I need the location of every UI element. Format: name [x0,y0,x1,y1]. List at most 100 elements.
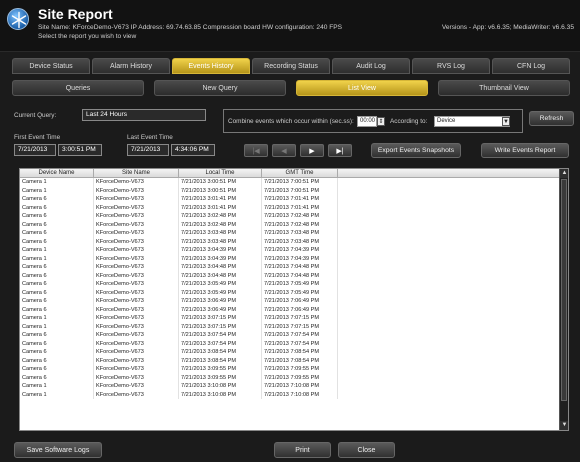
view-subtabs: Queries New Query List View Thumbnail Vi… [12,80,570,96]
subtab-thumbnail-view[interactable]: Thumbnail View [438,80,570,96]
table-row[interactable]: Camera 6 KForceDemo-V673 7/21/2013 3:08:54… [20,356,568,366]
table-cell: KForceDemo-V673 [94,382,179,391]
table-header: Device Name Site Name Local Time GMT Tim… [20,169,568,178]
table-cell: Camera 1 [20,322,94,331]
table-cell: 7/21/2013 7:00:51 PM [262,186,338,195]
column-header-site-name[interactable]: Site Name [94,169,179,177]
table-cell: 7/21/2013 3:02:48 PM [179,220,262,229]
table-cell: KForceDemo-V673 [94,263,179,272]
column-header-gmt-time[interactable]: GMT Time [262,169,338,177]
table-cell: KForceDemo-V673 [94,212,179,221]
table-row[interactable]: Camera 6 KForceDemo-V673 7/21/2013 3:05:49… [20,280,568,289]
subtab-list-view[interactable]: List View [296,80,428,96]
first-frame-button[interactable]: |◀ [244,144,268,157]
spinner-arrows-icon[interactable]: ⇕ [377,117,385,126]
table-cell: Camera 1 [20,390,94,399]
vertical-scrollbar[interactable]: ▲ ▼ [559,169,568,430]
table-row[interactable]: Camera 6 KForceDemo-V673 7/21/2013 3:06:49… [20,305,568,314]
table-cell-spacer [338,255,568,264]
column-header-spacer [338,169,568,177]
table-cell: 7/21/2013 3:08:54 PM [179,348,262,357]
save-software-logs-button[interactable]: Save Software Logs [14,442,102,458]
print-button[interactable]: Print [274,442,331,458]
table-row[interactable]: Camera 6 KForceDemo-V673 7/21/2013 3:03:48… [20,237,568,246]
table-cell: 7/21/2013 7:03:48 PM [262,229,338,238]
according-select[interactable]: Device [434,116,510,127]
table-cell-spacer [338,289,568,298]
table-cell: 7/21/2013 3:06:49 PM [179,305,262,314]
table-row[interactable]: Camera 6 KForceDemo-V673 7/21/2013 3:04:48… [20,271,568,280]
table-row[interactable]: Camera 6 KForceDemo-V673 7/21/2013 3:08:54… [20,348,568,357]
scroll-down-arrow-icon[interactable]: ▼ [560,421,568,430]
table-row[interactable]: Camera 6 KForceDemo-V673 7/21/2013 3:04:48… [20,263,568,272]
previous-button[interactable]: ◀ [272,144,296,157]
table-cell: Camera 1 [20,178,94,187]
tab-rvs-log[interactable]: RVS Log [412,58,490,74]
table-cell: 7/21/2013 7:09:55 PM [262,365,338,374]
table-cell: 7/21/2013 7:04:48 PM [262,271,338,280]
combine-events-box: Combine events which occur within (sec.s… [223,109,523,133]
last-frame-button[interactable]: ▶| [328,144,352,157]
table-cell: KForceDemo-V673 [94,254,179,263]
table-row[interactable]: Camera 6 KForceDemo-V673 7/21/2013 3:06:49… [20,297,568,306]
table-row[interactable]: Camera 6 KForceDemo-V673 7/21/2013 3:07:54… [20,339,568,348]
table-row[interactable]: Camera 1 KForceDemo-V673 7/21/2013 3:07:15… [20,314,568,323]
subtab-new-query[interactable]: New Query [154,80,286,96]
tab-audit-log[interactable]: Audit Log [332,58,410,74]
column-header-device-name[interactable]: Device Name [20,169,94,177]
table-cell: Camera 6 [20,297,94,306]
table-row[interactable]: Camera 1 KForceDemo-V673 7/21/2013 3:04:39… [20,246,568,255]
table-cell-spacer [338,195,568,204]
subtab-queries[interactable]: Queries [12,80,144,96]
refresh-button[interactable]: Refresh [529,111,574,126]
table-cell-spacer [338,178,568,187]
table-row[interactable]: Camera 1 KForceDemo-V673 7/21/2013 3:07:15… [20,322,568,331]
table-cell: 7/21/2013 3:06:49 PM [179,297,262,306]
table-cell: 7/21/2013 7:07:15 PM [262,322,338,331]
table-cell: 7/21/2013 3:03:48 PM [179,229,262,238]
play-button[interactable]: ▶ [300,144,324,157]
table-cell: 7/21/2013 7:04:39 PM [262,246,338,255]
table-cell: Camera 6 [20,195,94,204]
table-cell: Camera 6 [20,237,94,246]
table-row[interactable]: Camera 1 KForceDemo-V673 7/21/2013 3:10:08… [20,390,568,399]
table-row[interactable]: Camera 6 KForceDemo-V673 7/21/2013 3:09:55… [20,373,568,382]
table-cell: 7/21/2013 7:07:54 PM [262,339,338,348]
tab-alarm-history[interactable]: Alarm History [92,58,170,74]
scroll-thumb[interactable] [561,179,567,401]
table-row[interactable]: Camera 6 KForceDemo-V673 7/21/2013 3:02:48… [20,220,568,229]
table-row[interactable]: Camera 6 KForceDemo-V673 7/21/2013 3:09:55… [20,365,568,374]
table-row[interactable]: Camera 6 KForceDemo-V673 7/21/2013 3:03:48… [20,229,568,238]
table-cell-spacer [338,348,568,357]
table-cell: 7/21/2013 3:04:48 PM [179,271,262,280]
scroll-up-arrow-icon[interactable]: ▲ [560,169,568,178]
table-row[interactable]: Camera 1 KForceDemo-V673 7/21/2013 3:00:51… [20,178,568,187]
column-header-local-time[interactable]: Local Time [179,169,262,177]
table-cell: 7/21/2013 7:00:51 PM [262,178,338,187]
table-cell: 7/21/2013 3:09:55 PM [179,373,262,382]
table-row[interactable]: Camera 6 KForceDemo-V673 7/21/2013 3:01:41… [20,195,568,204]
tab-recording-status[interactable]: Recording Status [252,58,330,74]
tab-device-status[interactable]: Device Status [12,58,90,74]
combine-seconds-input[interactable]: 00:00 [357,116,377,127]
table-row[interactable]: Camera 6 KForceDemo-V673 7/21/2013 3:01:41… [20,203,568,212]
table-row[interactable]: Camera 1 KForceDemo-V673 7/21/2013 3:04:39… [20,254,568,264]
table-row[interactable]: Camera 6 KForceDemo-V673 7/21/2013 3:05:49… [20,288,568,298]
table-cell: KForceDemo-V673 [94,271,179,280]
table-cell: 7/21/2013 3:07:54 PM [179,331,262,340]
export-snapshots-button[interactable]: Export Events Snapshots [371,143,461,158]
tab-events-history[interactable]: Events History [172,58,250,74]
table-row[interactable]: Camera 6 KForceDemo-V673 7/21/2013 3:07:54… [20,331,568,340]
table-cell: KForceDemo-V673 [94,178,179,187]
write-report-button[interactable]: Write Events Report [481,143,569,158]
table-row[interactable]: Camera 1 KForceDemo-V673 7/21/2013 3:10:08… [20,382,568,391]
table-cell-spacer [338,357,568,366]
table-cell: KForceDemo-V673 [94,195,179,204]
table-row[interactable]: Camera 1 KForceDemo-V673 7/21/2013 3:00:51… [20,186,568,195]
chevron-down-icon[interactable]: ▼ [502,117,510,126]
tab-cfn-log[interactable]: CFN Log [492,58,570,74]
table-cell: 7/21/2013 7:10:08 PM [262,390,338,399]
table-row[interactable]: Camera 6 KForceDemo-V673 7/21/2013 3:02:48… [20,212,568,221]
last-event-label: Last Event Time [127,134,173,141]
close-button[interactable]: Close [338,442,395,458]
